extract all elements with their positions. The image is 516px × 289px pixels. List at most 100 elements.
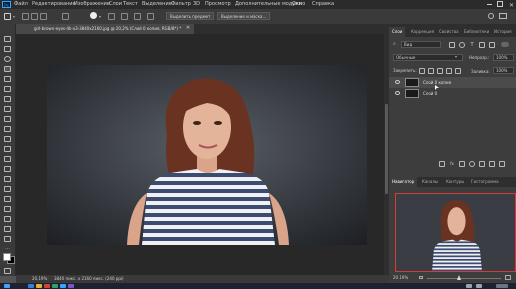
menu-image[interactable]: Изображение bbox=[74, 1, 110, 7]
blur-tool-icon[interactable] bbox=[4, 166, 11, 172]
tab-layers[interactable]: Слои bbox=[389, 27, 406, 37]
maximize-icon[interactable] bbox=[497, 1, 504, 7]
close-document-icon[interactable]: ✕ bbox=[186, 25, 190, 31]
tab-histogram[interactable]: Гистограмма bbox=[468, 177, 502, 187]
tab-adjustments[interactable]: Коррекция bbox=[408, 27, 437, 37]
new-selection-icon[interactable] bbox=[22, 13, 29, 20]
fill-input[interactable]: 100% bbox=[493, 67, 514, 74]
document-canvas-image[interactable] bbox=[47, 65, 367, 245]
zoom-level[interactable]: 20,19% bbox=[32, 275, 47, 283]
visibility-eye-icon[interactable] bbox=[395, 80, 400, 84]
marquee-tool-icon[interactable] bbox=[4, 46, 11, 52]
auto-enhance-checkbox[interactable] bbox=[134, 13, 141, 20]
layer-name[interactable]: Слой 0 bbox=[423, 88, 437, 99]
navigator-zoom-slider[interactable] bbox=[427, 278, 501, 279]
new-group-icon[interactable] bbox=[479, 161, 485, 167]
quick-select-tool-icon[interactable] bbox=[4, 13, 11, 20]
search-icon[interactable] bbox=[488, 13, 494, 19]
taskbar-app-icon[interactable] bbox=[28, 284, 34, 288]
tab-properties[interactable]: Свойства bbox=[436, 27, 462, 37]
lock-all-icon[interactable] bbox=[455, 68, 461, 74]
navigator-preview[interactable] bbox=[395, 193, 516, 272]
rectangle-tool-icon[interactable] bbox=[4, 216, 11, 222]
brush-tool-icon[interactable] bbox=[4, 116, 11, 122]
frame-tool-icon[interactable] bbox=[4, 86, 11, 92]
link-layers-icon[interactable] bbox=[439, 161, 445, 167]
zoom-out-icon[interactable] bbox=[419, 276, 423, 279]
menu-type[interactable]: Текст bbox=[123, 1, 138, 7]
hand-tool-icon[interactable] bbox=[4, 226, 11, 232]
taskbar-app-icon[interactable] bbox=[68, 284, 74, 288]
brush-size-chevron-icon[interactable]: ▾ bbox=[99, 14, 101, 19]
settings-checkbox[interactable] bbox=[147, 13, 154, 20]
dodge-tool-icon[interactable] bbox=[4, 176, 11, 182]
lock-transparent-icon[interactable] bbox=[419, 68, 425, 74]
menu-layers[interactable]: Слои bbox=[109, 1, 122, 7]
lock-position-icon[interactable] bbox=[437, 68, 443, 74]
opacity-input[interactable]: 100% bbox=[493, 54, 514, 61]
workspace-icon[interactable] bbox=[499, 13, 507, 19]
lock-pixels-icon[interactable] bbox=[428, 68, 434, 74]
add-to-selection-icon[interactable] bbox=[31, 13, 38, 20]
filter-shape-icon[interactable] bbox=[479, 42, 485, 48]
tool-preset-chevron-icon[interactable]: ▾ bbox=[13, 14, 15, 19]
taskbar-app-icon[interactable] bbox=[44, 284, 50, 288]
tab-paths[interactable]: Контуры bbox=[443, 177, 467, 187]
history-brush-tool-icon[interactable] bbox=[4, 136, 11, 142]
menu-file[interactable]: Файл bbox=[14, 1, 28, 7]
clone-stamp-tool-icon[interactable] bbox=[4, 126, 11, 132]
filter-toggle[interactable] bbox=[501, 42, 509, 47]
taskbar-app-icon[interactable] bbox=[36, 284, 42, 288]
tab-libraries[interactable]: Библиотеки bbox=[461, 27, 492, 37]
tab-navigator[interactable]: Навигатор bbox=[389, 177, 418, 187]
zoom-tool-icon[interactable] bbox=[4, 236, 11, 242]
adjustment-layer-icon[interactable] bbox=[469, 161, 475, 167]
tab-channels[interactable]: Каналы bbox=[419, 177, 441, 187]
status-expand-icon[interactable]: › bbox=[120, 275, 122, 283]
visibility-eye-icon[interactable] bbox=[395, 91, 400, 95]
foreground-color-swatch[interactable] bbox=[3, 253, 11, 261]
lasso-tool-icon[interactable] bbox=[4, 56, 11, 62]
menu-filter[interactable]: Фильтр bbox=[171, 1, 191, 7]
new-layer-icon[interactable] bbox=[489, 161, 495, 167]
select-subject-button[interactable]: Выделить предмет bbox=[166, 12, 215, 20]
layer-style-icon[interactable]: fx bbox=[449, 161, 455, 167]
delete-layer-icon[interactable] bbox=[499, 161, 505, 167]
sample-all-layers-checkbox[interactable] bbox=[121, 13, 128, 20]
menu-3d[interactable]: 3D bbox=[193, 1, 200, 7]
eraser-tool-icon[interactable] bbox=[4, 146, 11, 152]
layer-row[interactable]: Слой 0 копия bbox=[389, 77, 516, 90]
move-tool-icon[interactable] bbox=[4, 36, 11, 42]
navigator-zoom-value[interactable]: 20.19% bbox=[393, 275, 408, 280]
tray-icon[interactable] bbox=[466, 284, 472, 288]
windows-start-icon[interactable] bbox=[4, 284, 10, 288]
filter-type-icon[interactable]: T bbox=[469, 42, 475, 48]
path-selection-tool-icon[interactable] bbox=[4, 206, 11, 212]
lock-artboard-icon[interactable] bbox=[446, 68, 452, 74]
menu-select[interactable]: Выделение bbox=[142, 1, 172, 7]
add-mask-icon[interactable] bbox=[459, 161, 465, 167]
layer-filter-select[interactable]: Вид bbox=[401, 41, 441, 48]
brush-preview-icon[interactable] bbox=[90, 12, 97, 19]
healing-brush-tool-icon[interactable] bbox=[4, 106, 11, 112]
tray-icon[interactable] bbox=[476, 284, 482, 288]
layer-name[interactable]: Слой 0 копия bbox=[423, 77, 451, 88]
tab-history[interactable]: История bbox=[491, 27, 515, 37]
filter-adjustment-icon[interactable] bbox=[459, 42, 465, 48]
brush-settings-icon[interactable] bbox=[62, 13, 69, 20]
gradient-tool-icon[interactable] bbox=[4, 156, 11, 162]
subtract-selection-icon[interactable] bbox=[40, 13, 47, 20]
tray-clock-icon[interactable] bbox=[496, 284, 508, 288]
more-tools-icon[interactable]: ··· bbox=[4, 246, 11, 252]
angle-icon[interactable] bbox=[108, 13, 115, 20]
blend-mode-select[interactable]: Обычные bbox=[393, 54, 463, 61]
filter-pixel-icon[interactable] bbox=[449, 42, 455, 48]
quick-selection-tool-icon[interactable] bbox=[4, 66, 11, 72]
layer-row[interactable]: Слой 0 bbox=[389, 88, 516, 99]
eyedropper-tool-icon[interactable] bbox=[4, 96, 11, 102]
menu-help[interactable]: Справка bbox=[312, 1, 334, 7]
select-and-mask-button[interactable]: Выделение и маска... bbox=[217, 12, 271, 20]
menu-view[interactable]: Просмотр bbox=[205, 1, 231, 7]
zoom-in-icon[interactable] bbox=[505, 275, 511, 280]
taskbar-photoshop-icon[interactable] bbox=[60, 284, 66, 288]
